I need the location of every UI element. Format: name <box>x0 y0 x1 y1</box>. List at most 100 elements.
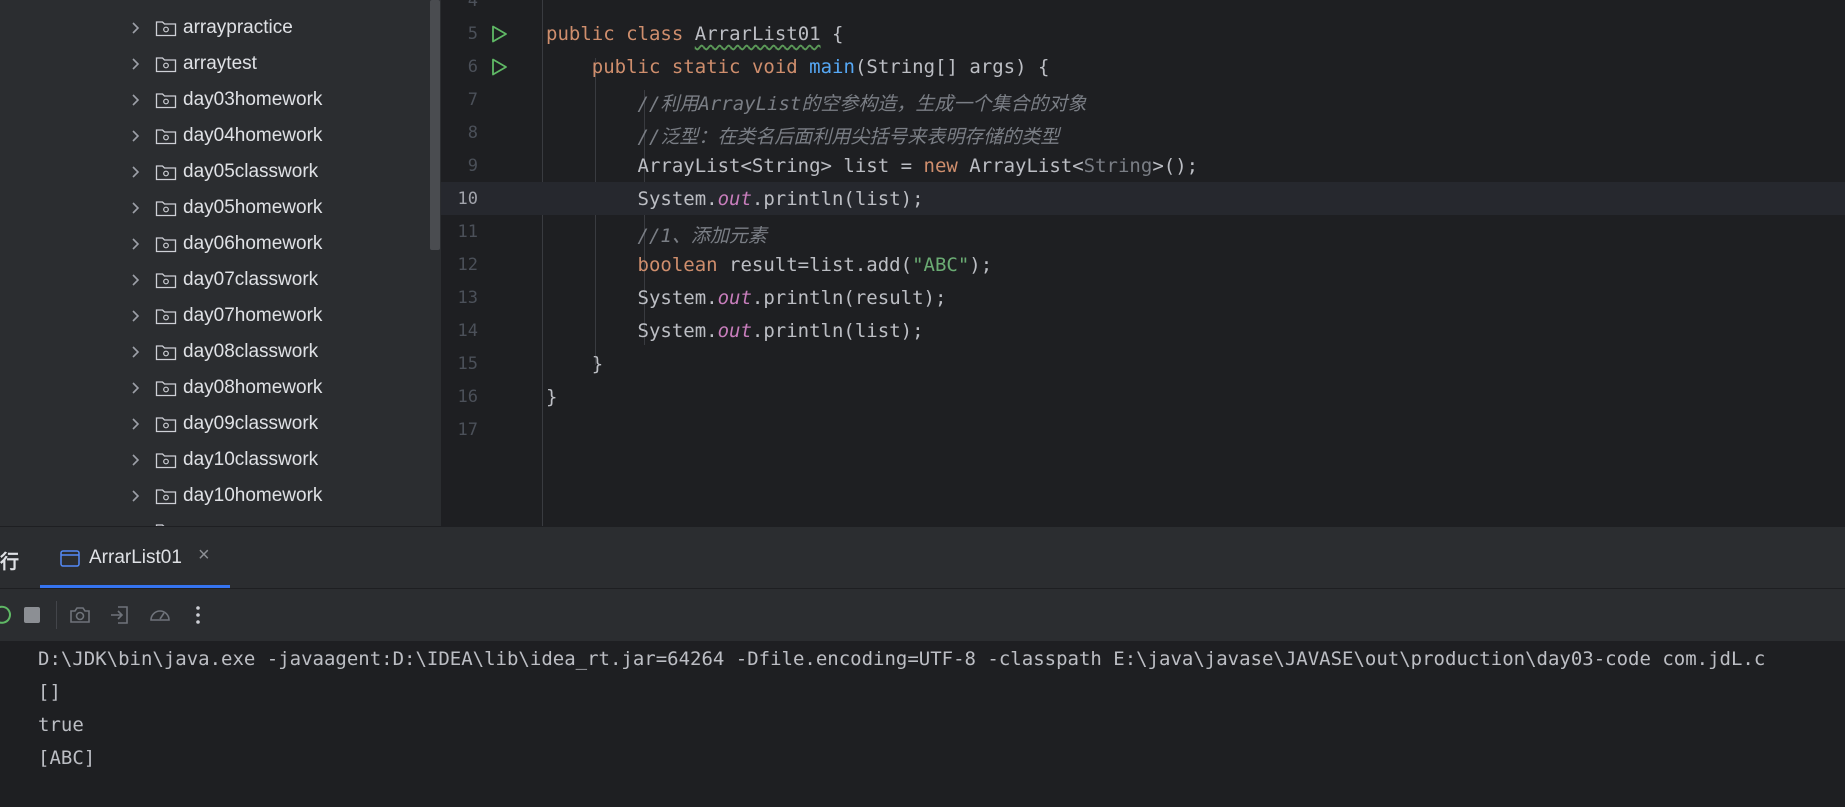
camera-icon[interactable] <box>68 603 92 627</box>
line-number: 17 <box>457 420 478 440</box>
package-folder-icon <box>155 453 177 469</box>
stop-icon[interactable] <box>20 603 44 627</box>
tree-item-label: day07homework <box>183 305 323 326</box>
tree-item-day07homework[interactable]: day07homework <box>0 298 430 334</box>
tree-item-day05homework[interactable]: day05homework <box>0 190 430 226</box>
tree-item-day07classwork[interactable]: day07classwork <box>0 262 430 298</box>
code-line-16[interactable]: 16 } <box>441 380 1845 413</box>
close-icon[interactable]: × <box>198 544 210 567</box>
chevron-right-icon[interactable] <box>128 272 144 288</box>
chevron-right-icon[interactable] <box>128 20 144 36</box>
run-tab-label: ArrarList01 <box>89 547 182 568</box>
run-tab-arrarlist01[interactable]: ArrarList01 × <box>40 527 230 589</box>
chevron-right-icon[interactable] <box>128 236 144 252</box>
tree-item-partial-bottom[interactable] <box>0 514 430 526</box>
tree-item-label: day08homework <box>183 377 323 398</box>
code-line-12[interactable]: 12 boolean result=list.add("ABC"); <box>441 248 1845 281</box>
package-folder-icon <box>155 489 177 505</box>
package-folder-icon <box>155 381 177 397</box>
project-tree: arraypractice arraytest day03homework da… <box>0 0 441 526</box>
run-panel-title: 行 <box>0 552 20 573</box>
tree-item-label: day07classwork <box>183 269 319 290</box>
code-line-13[interactable]: 13 System.out.println(result); <box>441 281 1845 314</box>
code-line-15[interactable]: 15 } <box>441 347 1845 380</box>
package-folder-icon <box>155 201 177 217</box>
code-line-8[interactable]: 8 //泛型：在类名后面利用尖括号来表明存储的类型 <box>441 116 1845 149</box>
tree-item-day09classwork[interactable]: day09classwork <box>0 406 430 442</box>
chevron-right-icon[interactable] <box>128 92 144 108</box>
chevron-right-icon[interactable] <box>128 488 144 504</box>
line-number: 16 <box>457 387 478 407</box>
package-folder-icon <box>155 57 177 73</box>
run-header: 行 ArrarList01 × <box>0 526 1845 589</box>
code-line-17[interactable]: 17 <box>441 413 1845 446</box>
code-line-5[interactable]: 5 public class ArrarList01 { <box>441 17 1845 50</box>
run-gutter-icon[interactable] <box>489 57 509 77</box>
line-number: 14 <box>457 321 478 341</box>
code-line-9[interactable]: 9 ArrayList<String> list = new ArrayList… <box>441 149 1845 182</box>
tree-item-label: day04homework <box>183 125 323 146</box>
package-folder-icon <box>155 417 177 433</box>
package-folder-icon <box>155 165 177 181</box>
tree-item-label: day10homework <box>183 485 323 506</box>
tree-item-day08classwork[interactable]: day08classwork <box>0 334 430 370</box>
tree-item-label: arraypractice <box>183 17 293 38</box>
login-icon[interactable] <box>108 603 132 627</box>
line-number: 11 <box>457 222 478 242</box>
tree-item-day06homework[interactable]: day06homework <box>0 226 430 262</box>
chevron-right-icon[interactable] <box>128 200 144 216</box>
rerun-icon[interactable] <box>0 603 14 627</box>
chevron-right-icon[interactable] <box>128 56 144 72</box>
profiler-icon[interactable] <box>148 603 172 627</box>
tree-item-day05classwork[interactable]: day05classwork <box>0 154 430 190</box>
tree-item-arraypractice[interactable]: arraypractice <box>0 10 430 46</box>
line-number: 8 <box>467 123 478 143</box>
code-text: public class ArrarList01 { <box>546 23 844 45</box>
tree-item-label: day08classwork <box>183 341 319 362</box>
chevron-right-icon[interactable] <box>128 344 144 360</box>
code-line-11[interactable]: 11 //1、添加元素 <box>441 215 1845 248</box>
tree-item-partial-top[interactable] <box>0 0 430 6</box>
tree-item-day10classwork[interactable]: day10classwork <box>0 442 430 478</box>
code-text: //1、添加元素 <box>637 225 767 247</box>
code-editor[interactable]: 4 5 public class ArrarList01 { 6 public … <box>441 0 1845 526</box>
code-text: //利用ArrayList的空参构造，生成一个集合的对象 <box>637 93 1087 115</box>
code-line-7[interactable]: 7 //利用ArrayList的空参构造，生成一个集合的对象 <box>441 83 1845 116</box>
code-line-6[interactable]: 6 public static void main(String[] args)… <box>441 50 1845 83</box>
line-number: 5 <box>467 24 478 44</box>
chevron-right-icon[interactable] <box>128 452 144 468</box>
line-number: 13 <box>457 288 478 308</box>
code-text: boolean result=list.add("ABC"); <box>637 254 993 276</box>
more-vertical-icon[interactable] <box>186 603 210 627</box>
console-output[interactable]: D:\JDK\bin\java.exe -javaagent:D:\IDEA\l… <box>0 641 1845 807</box>
tree-item-label: day06homework <box>183 233 323 254</box>
chevron-right-icon[interactable] <box>128 416 144 432</box>
tree-item-day03homework[interactable]: day03homework <box>0 82 430 118</box>
tree-item-day04homework[interactable]: day04homework <box>0 118 430 154</box>
tree-item-label: day05homework <box>183 197 323 218</box>
console-window-icon <box>60 550 80 567</box>
package-folder-icon <box>155 345 177 361</box>
line-number: 9 <box>467 156 478 176</box>
line-number: 4 <box>467 0 478 11</box>
sidebar-scrollbar[interactable] <box>430 0 440 250</box>
tree-item-arraytest[interactable]: arraytest <box>0 46 430 82</box>
code-line-10-current[interactable]: 10 System.out.println(list); <box>441 182 1845 215</box>
tree-item-label: day09classwork <box>183 413 319 434</box>
tree-item-label: day03homework <box>183 89 323 110</box>
chevron-right-icon[interactable] <box>128 164 144 180</box>
tree-item-day10homework[interactable]: day10homework <box>0 478 430 514</box>
run-gutter-icon[interactable] <box>489 24 509 44</box>
line-number: 10 <box>457 189 478 209</box>
tree-item-day08homework[interactable]: day08homework <box>0 370 430 406</box>
package-folder-icon <box>155 309 177 325</box>
code-line-4[interactable]: 4 <box>441 0 1845 17</box>
code-line-14[interactable]: 14 System.out.println(list); <box>441 314 1845 347</box>
package-folder-icon <box>155 237 177 253</box>
package-folder-icon <box>155 93 177 109</box>
chevron-right-icon[interactable] <box>128 308 144 324</box>
line-number: 7 <box>467 90 478 110</box>
chevron-right-icon[interactable] <box>128 128 144 144</box>
code-text: System.out.println(list); <box>637 320 924 342</box>
chevron-right-icon[interactable] <box>128 380 144 396</box>
